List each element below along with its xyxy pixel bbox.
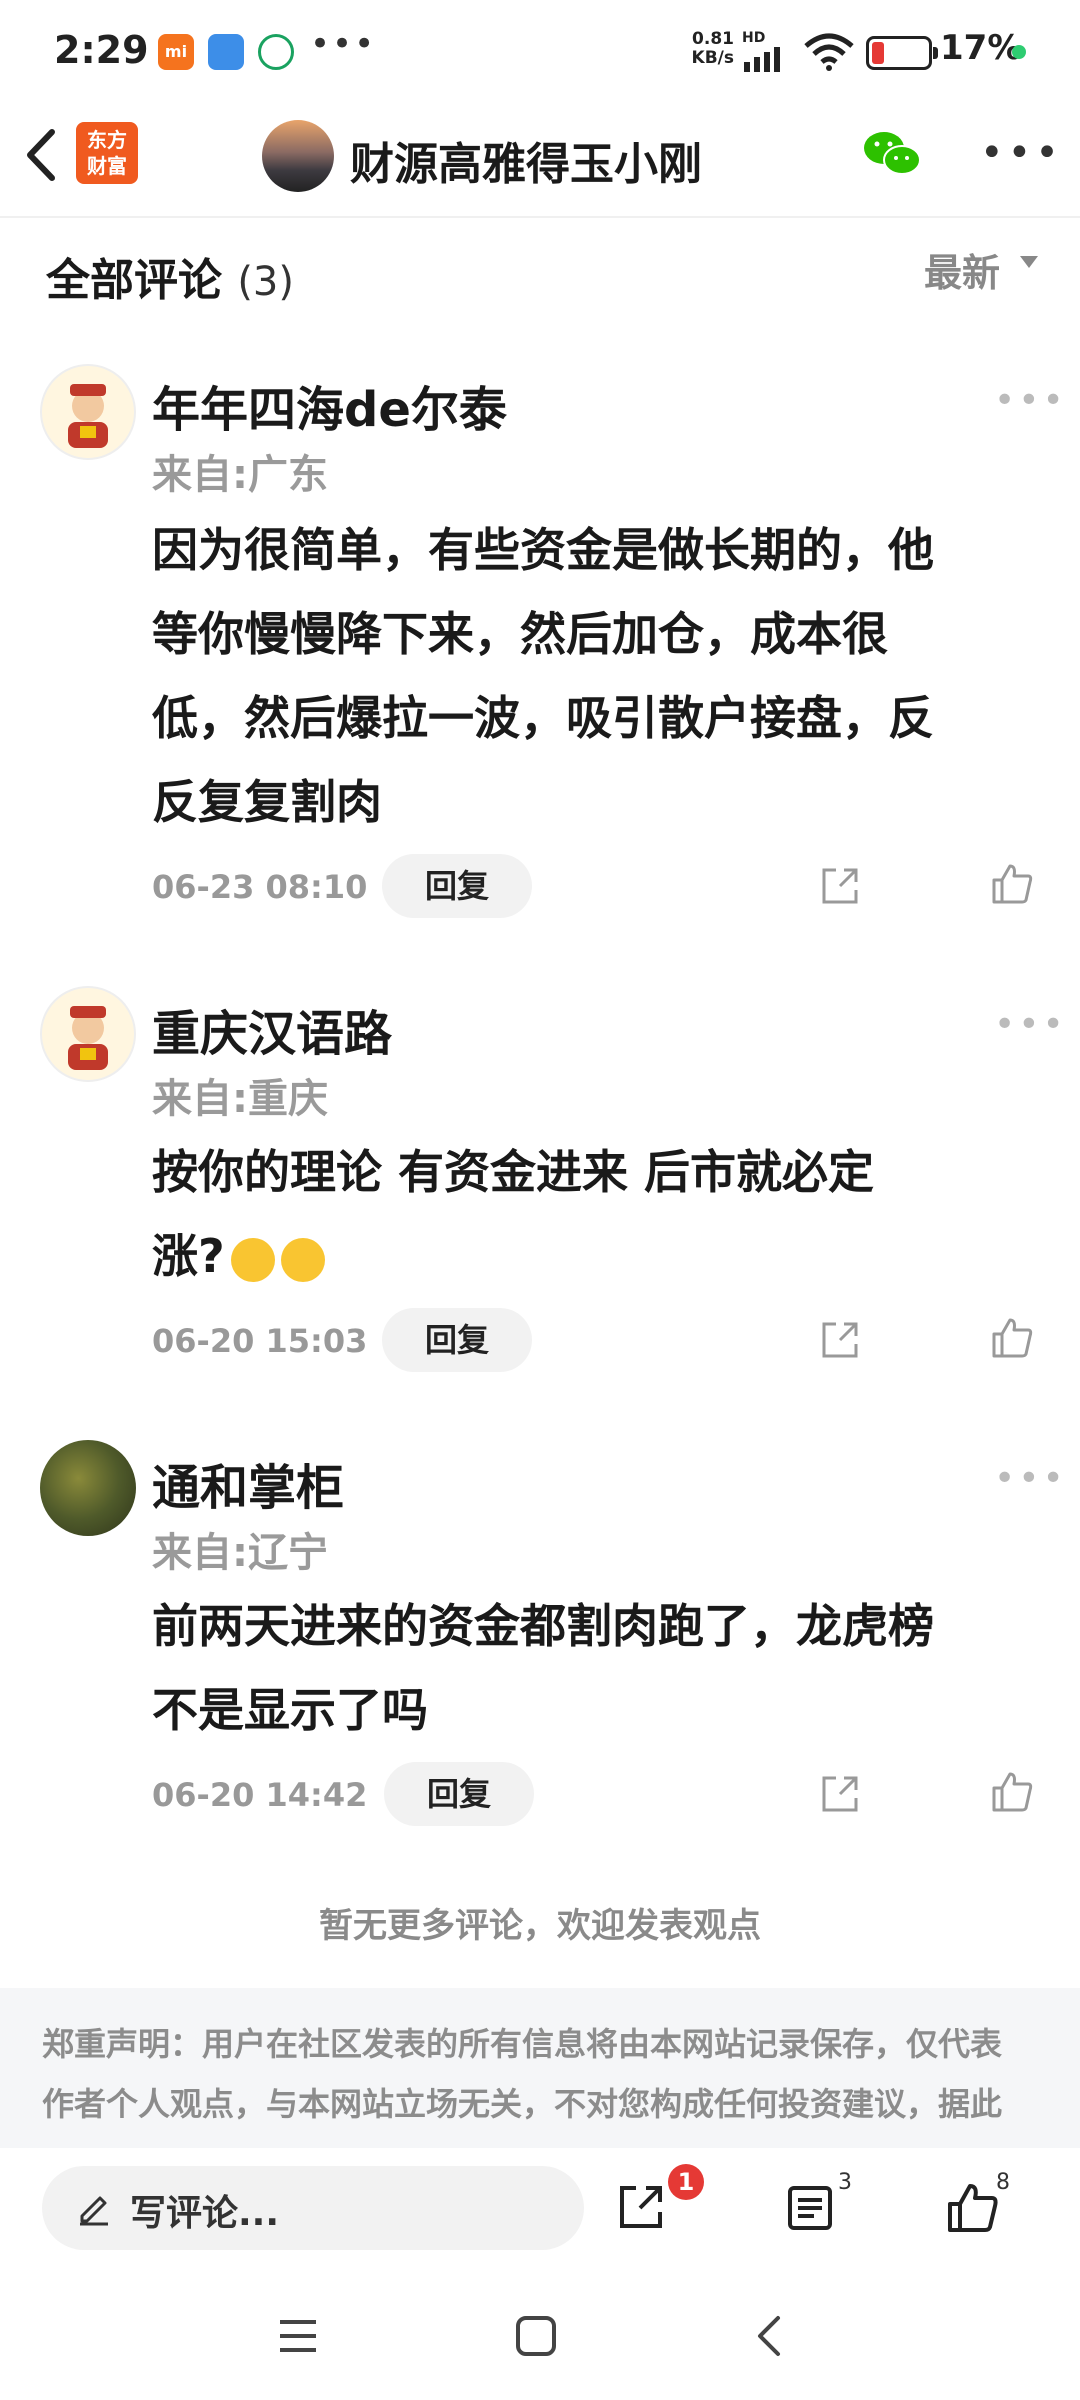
game-app-icon: [258, 34, 294, 70]
battery-icon: [866, 36, 938, 70]
comment-avatar[interactable]: [40, 1440, 136, 1536]
comment-date: 06-20 14:42: [152, 1776, 368, 1814]
comment-text: 因为很简单，有些资金是做长期的，他 等你慢慢降下来，然后加仓，成本很 低，然后爆…: [152, 523, 934, 829]
reply-button[interactable]: 回复: [384, 1762, 534, 1826]
comment-location: 来自:重庆: [152, 1076, 328, 1122]
like-action-icon[interactable]: [944, 2180, 1000, 2236]
comment-location: 来自:辽宁: [152, 1530, 328, 1576]
like-count: 8: [996, 2170, 1010, 2195]
wifi-icon: [804, 33, 854, 71]
comment-avatar[interactable]: [40, 986, 136, 1082]
pen-icon: [80, 2196, 108, 2226]
comment-username[interactable]: 通和掌柜: [152, 1448, 344, 1518]
disclaimer: 郑重声明：用户在社区发表的所有信息将由本网站记录保存，仅代表 作者个人观点，与本网…: [0, 1988, 1080, 2148]
like-icon[interactable]: [990, 1316, 1034, 1360]
more-options-icon[interactable]: •••: [980, 130, 1063, 176]
all-comments-title: 全部评论 (3): [46, 255, 294, 306]
comment-text: 前两天进来的资金都割肉跑了，龙虎榜 不是显示了吗: [152, 1599, 934, 1737]
sort-dropdown[interactable]: 最新: [924, 242, 1000, 297]
comment-username[interactable]: 年年四海de尔泰: [152, 370, 507, 440]
comment-avatar[interactable]: [40, 364, 136, 460]
page-title: 财源高雅得玉小刚: [350, 139, 702, 190]
network-type: HD: [742, 30, 766, 46]
menu-nav-icon[interactable]: [276, 2316, 320, 2356]
reply-button[interactable]: 回复: [382, 1308, 532, 1372]
comment-count: 3: [838, 2170, 852, 2195]
share-badge: 1: [668, 2164, 704, 2200]
sort-arrow-icon[interactable]: [1020, 256, 1038, 268]
home-nav-icon[interactable]: [514, 2314, 558, 2358]
author-avatar[interactable]: [262, 120, 334, 192]
comment-more-icon[interactable]: •••: [994, 1004, 1067, 1045]
back-nav-icon[interactable]: [752, 2314, 788, 2358]
wechat-icon[interactable]: [862, 128, 922, 180]
comment-more-icon[interactable]: •••: [994, 380, 1067, 421]
comment-date: 06-20 15:03: [152, 1322, 368, 1360]
more-notifications-icon: •••: [310, 24, 377, 64]
comment-text: 按你的理论 有资金进来 后市就必定 涨?: [152, 1145, 875, 1283]
share-icon[interactable]: [818, 1318, 862, 1362]
charging-dot: [1012, 45, 1026, 59]
mi-app-icon: mi: [158, 34, 194, 70]
status-bar: 2:29 mi ••• 0.81 KB/s HD 17%: [0, 0, 1080, 105]
no-more-comments: 暂无更多评论，欢迎发表观点: [319, 1906, 761, 1946]
write-comment-placeholder[interactable]: 写评论...: [130, 2184, 279, 2236]
share-icon[interactable]: [818, 864, 862, 908]
like-icon[interactable]: [990, 862, 1034, 906]
status-time: 2:29: [54, 28, 149, 72]
signal-icon: [744, 47, 780, 72]
net-speed: 0.81 KB/s: [691, 29, 734, 68]
laughing-emoji-icon: [280, 1237, 325, 1282]
back-arrow-icon[interactable]: [18, 120, 68, 190]
share-action-icon[interactable]: [614, 2180, 668, 2234]
battery-percent: 17%: [940, 28, 1022, 68]
reply-button[interactable]: 回复: [382, 854, 532, 918]
comment-location: 来自:广东: [152, 452, 328, 498]
header-divider: [0, 216, 1080, 218]
like-icon[interactable]: [990, 1770, 1034, 1814]
write-comment-input[interactable]: [42, 2166, 584, 2250]
comment-username[interactable]: 重庆汉语路: [152, 994, 392, 1064]
share-icon[interactable]: [818, 1772, 862, 1816]
browser-app-icon: [208, 34, 244, 70]
comments-list-icon[interactable]: [784, 2182, 836, 2234]
comment-date: 06-23 08:10: [152, 868, 368, 906]
comment-more-icon[interactable]: •••: [994, 1458, 1067, 1499]
laughing-emoji-icon: [230, 1237, 275, 1282]
eastmoney-logo[interactable]: 东方 财富: [76, 122, 138, 184]
